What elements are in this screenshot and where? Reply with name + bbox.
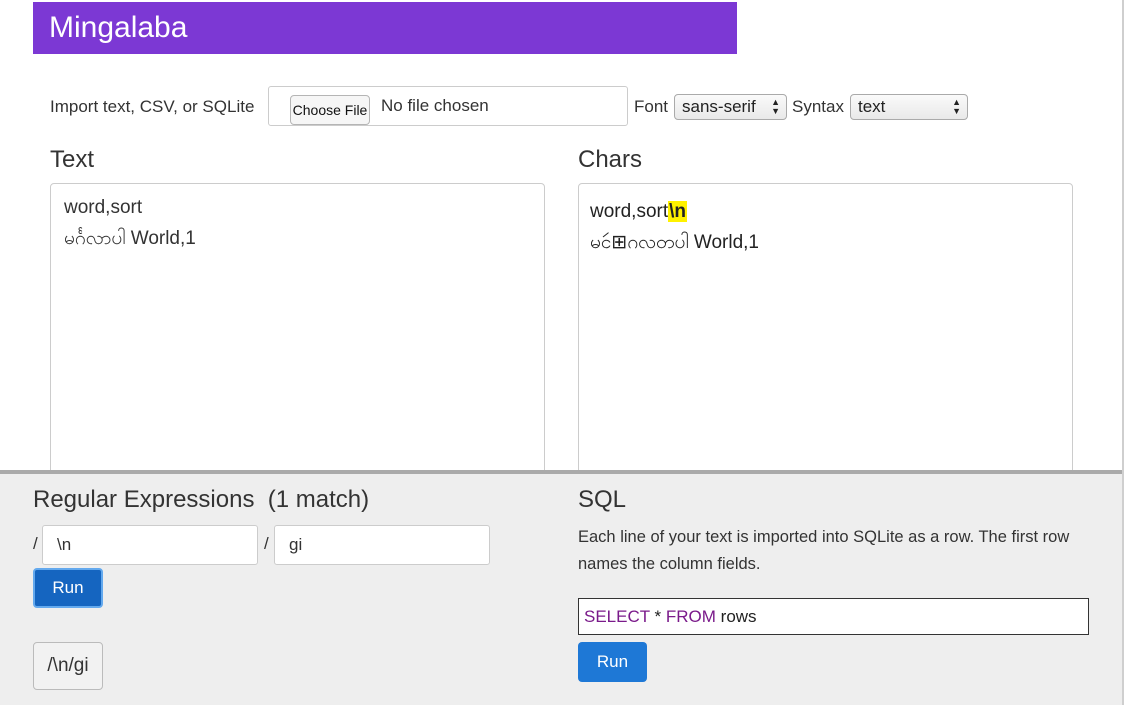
regex-title: Regular Expressions (1 match): [33, 486, 370, 513]
app-title: Mingalaba: [49, 11, 188, 44]
syntax-label: Syntax: [792, 97, 844, 116]
sql-token: *: [649, 607, 666, 626]
syntax-select[interactable]: text ▲ ▼: [850, 94, 968, 120]
syntax-select-value: text: [858, 97, 886, 116]
chars-view: word,sort\n မငဴ⊞ဂလတပါ World,1: [578, 183, 1073, 483]
sql-run-button[interactable]: Run: [578, 642, 647, 682]
regex-slash: /: [33, 534, 38, 553]
regex-match-highlight: \n: [668, 201, 688, 222]
sql-keyword: SELECT: [584, 607, 650, 626]
chars-line: မငဴ⊞ဂလတပါ World,1: [590, 227, 1061, 258]
bottom-panel: Regular Expressions (1 match) / \n / gi …: [0, 470, 1122, 705]
import-label: Import text, CSV, or SQLite: [50, 97, 255, 116]
font-label: Font: [634, 97, 669, 116]
file-input[interactable]: Choose File No file chosen: [268, 86, 628, 126]
sql-title: SQL: [578, 486, 627, 513]
sql-keyword: FROM: [665, 607, 716, 626]
text-pane-title: Text: [50, 146, 95, 173]
text-line: မင်္ဂလာပါ World,1: [64, 228, 196, 249]
regex-run-button[interactable]: Run: [33, 568, 103, 608]
chars-line-text: မငဴ⊞ဂလတပါ World,1: [590, 232, 759, 253]
chars-line-text: word,sort: [590, 201, 669, 222]
text-line: word,sort: [64, 197, 143, 218]
regex-pattern-input[interactable]: \n: [42, 525, 258, 565]
import-toolbar: Import text, CSV, or SQLite Choose File …: [50, 86, 1010, 128]
sql-query-input[interactable]: SELECT * FROM rows: [578, 598, 1089, 635]
sql-description: Each line of your text is imported into …: [578, 528, 1070, 573]
chars-line: word,sort\n: [590, 196, 1061, 227]
regex-slash: /: [264, 534, 269, 553]
font-select[interactable]: sans-serif ▲ ▼: [674, 94, 787, 120]
app-title-banner: Mingalaba: [33, 2, 737, 54]
choose-file-button[interactable]: Choose File: [290, 95, 370, 125]
regex-flags-input[interactable]: gi: [274, 525, 490, 565]
regex-history-button[interactable]: /\n/gi: [33, 642, 103, 690]
select-arrows-icon: ▲ ▼: [952, 97, 961, 116]
font-select-value: sans-serif: [682, 97, 756, 116]
file-status: No file chosen: [381, 96, 489, 115]
text-editor[interactable]: word,sort မင်္ဂလာပါ World,1: [50, 183, 545, 483]
select-arrows-icon: ▲ ▼: [771, 97, 780, 116]
chars-pane-title: Chars: [578, 146, 643, 173]
sql-token: rows: [715, 607, 757, 626]
